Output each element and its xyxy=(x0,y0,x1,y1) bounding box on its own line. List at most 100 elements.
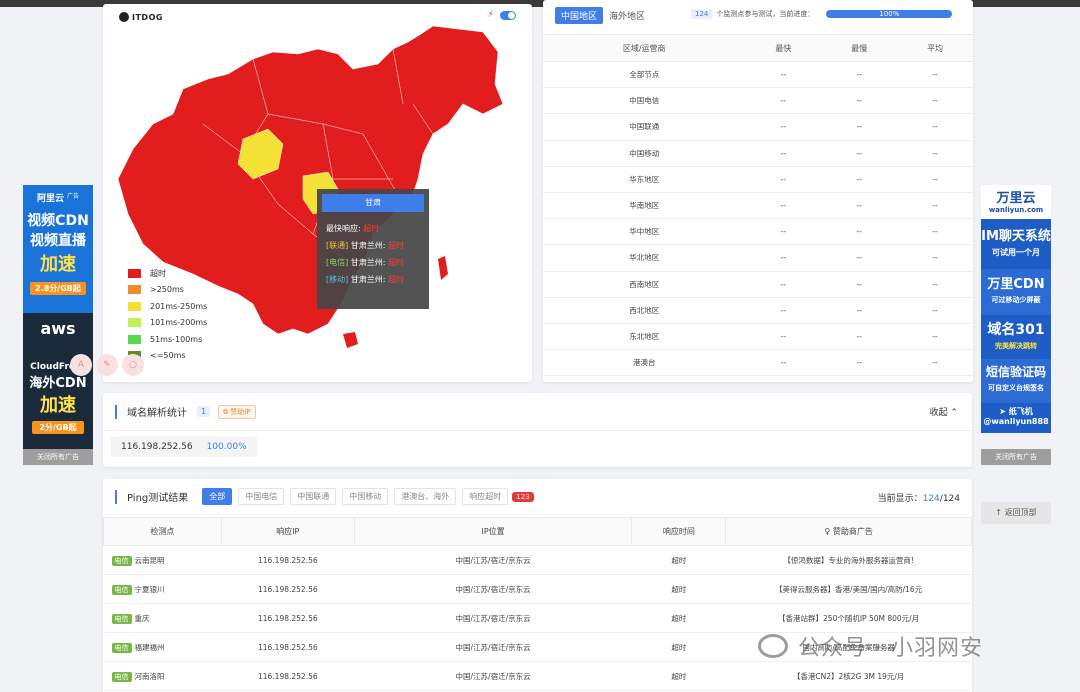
wanliyun-header[interactable]: 万里云 wanliyun.com xyxy=(981,185,1051,219)
ping-cell-time: 超时 xyxy=(631,603,726,633)
node-count: 124 xyxy=(691,9,713,19)
ping-cell-location: 电信 河南洛阳 xyxy=(103,661,222,691)
ping-cell-place: 中国/江苏/宿迁/京东云 xyxy=(354,661,632,691)
telegram-ad[interactable]: ➤ 纸飞机 @wanliyun888 xyxy=(981,403,1051,433)
region-cell-slow: -- xyxy=(821,140,898,167)
ping-cell-ad[interactable]: 【美得云服务器】香港/美国/国内/高防/16元 xyxy=(725,574,972,604)
filter-button[interactable]: 响应超时 xyxy=(462,488,509,505)
ping-cell-ad[interactable]: 【香港站群】250个随机IP 50M 800元/月 xyxy=(725,603,972,633)
ping-column-header-label: 赞助商广告 xyxy=(832,527,873,536)
domain-resolution-card: 域名解析统计 1 ⧉ 赞助IP 收起 ⌃ 116.198.252.56 100.… xyxy=(103,393,972,467)
ping-column-header-label: 检测点 xyxy=(150,527,175,536)
region-row: 中国联通 -- -- -- xyxy=(543,113,973,141)
ping-cell-ad[interactable]: 【惊鸿数据】专业的海外服务器运营商! xyxy=(725,545,972,575)
legend-swatch xyxy=(128,301,141,311)
region-cell-fast: -- xyxy=(745,323,822,351)
sponsor-ip-button[interactable]: ⧉ 赞助IP xyxy=(218,404,256,419)
domain301-ad[interactable]: 域名301 完美解决跳转 xyxy=(981,315,1051,359)
filter-button[interactable]: 中国移动 xyxy=(342,488,389,505)
im-ad[interactable]: IM聊天系统 可试用一个月 xyxy=(981,219,1051,269)
region-row: 全部节点 -- -- -- xyxy=(543,61,973,89)
legend-item[interactable]: 201ms-250ms xyxy=(128,298,207,315)
cdn-ad[interactable]: 万里CDN 可过移动少屏蔽 xyxy=(981,269,1051,315)
region-cell-fast: -- xyxy=(745,349,822,377)
legend-swatch xyxy=(128,334,141,344)
close-ads-left[interactable]: 关闭所有广告 xyxy=(23,449,93,465)
close-ads-right[interactable]: 关闭所有广告 xyxy=(981,449,1051,465)
ping-column-header: 检测点 xyxy=(103,517,222,546)
ping-cell-location: 电信 云南昆明 xyxy=(103,545,222,575)
sms-ad[interactable]: 短信验证码 可自定义台规签名 xyxy=(981,359,1051,403)
filter-button[interactable]: 中国电信 xyxy=(238,488,285,505)
right-ad[interactable]: 万里云 wanliyun.com IM聊天系统 可试用一个月 万里CDN 可过移… xyxy=(981,185,1051,465)
region-cell-name: 西北地区 xyxy=(543,297,746,324)
progress-text: 个监测点参与测试，当前进度： xyxy=(716,10,815,18)
collapse-button[interactable]: 收起 ⌃ xyxy=(930,405,958,418)
region-cell-fast: -- xyxy=(745,87,822,115)
region-cell-name: 华南地区 xyxy=(543,192,746,220)
region-cell-name: 华中地区 xyxy=(543,218,746,246)
sponsor-icon: ♀ xyxy=(824,527,833,536)
tooltip-province: 甘肃 xyxy=(322,194,424,212)
watermark: 公众号 · 小羽网安 xyxy=(758,630,983,662)
toggle-switch[interactable] xyxy=(500,10,516,20)
region-cell-avg: -- xyxy=(897,297,973,324)
ping-title: Ping测试结果 xyxy=(127,493,189,504)
domain-section-title: 域名解析统计 1 ⧉ 赞助IP xyxy=(115,404,256,419)
filter-button[interactable]: 全部 xyxy=(202,488,233,505)
ping-header: Ping测试结果 全部 中国电信 中国联通 中国移动 港澳台、海外 响应超时 123 xyxy=(115,488,534,505)
region-tabs: 中国地区 海外地区 xyxy=(555,7,651,24)
region-column-header: 区域/运营商 xyxy=(543,34,746,62)
ping-table: 检测点 响应IP IP位置 响应时间 ♀ 赞助商广告 电信 云南昆明 116.198.252… xyxy=(103,517,972,691)
ping-row: 电信 宁夏银川 116.198.252.56 中国/江苏/宿迁/京东云 超时 【美得云服务… xyxy=(103,574,972,604)
map-legend: 超时 >250ms 201ms-250ms 101ms-200ms 51ms-100ms… xyxy=(128,265,207,364)
current-display: 当前显示：124/124 xyxy=(877,494,960,504)
ping-cell-time: 超时 xyxy=(631,574,726,604)
region-row: 西南地区 -- -- -- xyxy=(543,271,973,298)
aws-ad[interactable]: aws CloudFront 海外CDN 加速 2分/GB起 xyxy=(23,313,93,449)
left-ad[interactable]: 阿里云 广告 视频CDN 视频直播 加速 2.8分/GB起 aws CloudFr… xyxy=(23,185,93,465)
ping-cell-place: 中国/江苏/宿迁/京东云 xyxy=(354,545,632,575)
legend-item[interactable]: 51ms-100ms xyxy=(128,331,207,348)
ping-cell-ad[interactable]: 【香港CN2】2核2G 3M 19元/月 xyxy=(725,661,972,691)
region-cell-fast: -- xyxy=(745,140,822,167)
region-cell-avg: -- xyxy=(897,271,973,298)
pen-icon[interactable]: ✎ xyxy=(96,354,118,376)
legend-item[interactable]: 101ms-200ms xyxy=(128,315,207,332)
floating-tools: A ✎ ○ xyxy=(70,354,144,376)
region-cell-fast: -- xyxy=(745,61,822,89)
tab-china[interactable]: 中国地区 xyxy=(555,7,604,24)
legend-item[interactable]: 超时 xyxy=(128,265,207,282)
region-cell-fast: -- xyxy=(745,166,822,193)
aliyun-ad[interactable]: 阿里云 广告 视频CDN 视频直播 加速 2.8分/GB起 xyxy=(23,185,93,313)
tab-overseas[interactable]: 海外地区 xyxy=(603,7,651,24)
region-cell-slow: -- xyxy=(821,218,898,246)
legend-label: 201ms-250ms xyxy=(150,301,208,311)
translate-icon[interactable]: A xyxy=(70,354,92,376)
region-row: 中国电信 -- -- -- xyxy=(543,87,973,115)
region-cell-slow: -- xyxy=(821,61,898,89)
region-cell-name: 西南地区 xyxy=(543,271,746,298)
ping-cell-location: 电信 宁夏银川 xyxy=(103,574,222,604)
region-row: 华南地区 -- -- -- xyxy=(543,192,973,220)
telegram-icon: ➤ xyxy=(999,407,1006,416)
location-label: 重庆 xyxy=(134,613,150,623)
ping-column-header-label: 响应时间 xyxy=(662,527,695,536)
resolved-ip-percent: 100.00% xyxy=(206,442,247,452)
tooltip-row: [电信] 甘肃兰州: 超时 xyxy=(326,258,405,267)
legend-item[interactable]: >250ms xyxy=(128,282,207,299)
region-cell-fast: -- xyxy=(745,244,822,272)
back-to-top-button[interactable]: ↑ 返回顶部 xyxy=(981,502,1051,524)
aliyun-logo: 阿里云 xyxy=(36,194,64,204)
ping-cell-time: 超时 xyxy=(631,545,726,575)
search-icon[interactable]: ○ xyxy=(122,354,144,376)
region-row: 华北地区 -- -- -- xyxy=(543,244,973,272)
arrow-up-icon: ↑ xyxy=(995,508,1003,517)
resolved-ip-chip[interactable]: 116.198.252.56 100.00% xyxy=(111,437,257,457)
filter-button[interactable]: 中国联通 xyxy=(290,488,337,505)
region-cell-avg: -- xyxy=(897,166,973,193)
region-cell-fast: -- xyxy=(745,192,822,220)
ping-filters: 全部 中国电信 中国联通 中国移动 港澳台、海外 响应超时 123 xyxy=(202,488,534,505)
filter-button[interactable]: 港澳台、海外 xyxy=(394,488,457,505)
map-toggle[interactable]: ⚡ xyxy=(488,10,516,20)
